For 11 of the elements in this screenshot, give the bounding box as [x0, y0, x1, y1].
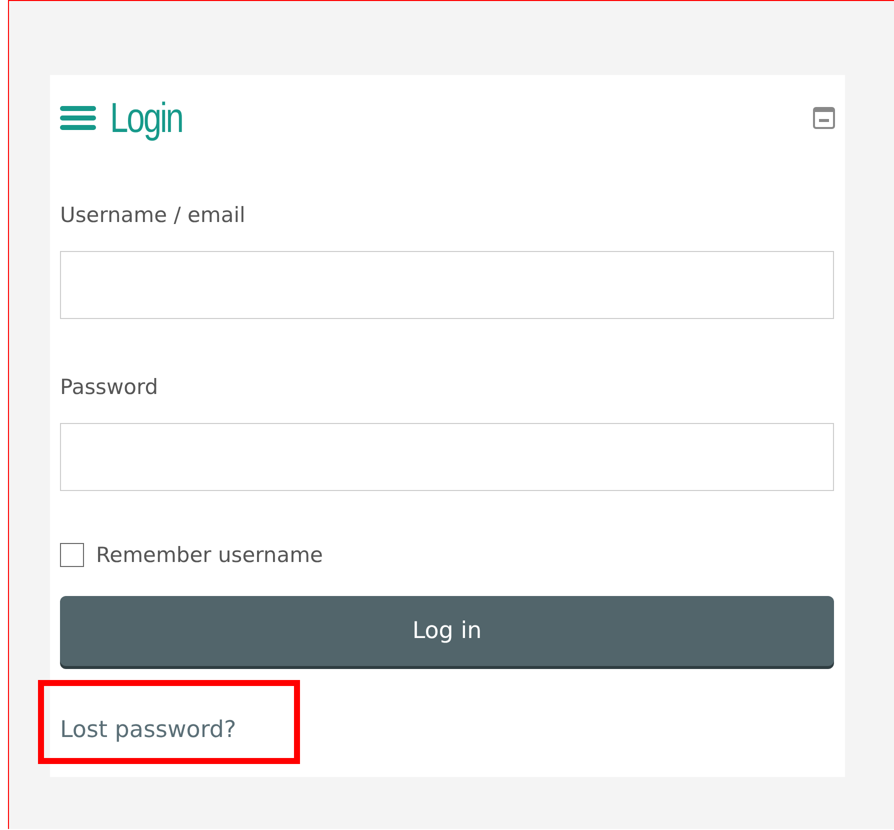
checkbox[interactable] [60, 543, 84, 567]
collapse-icon[interactable] [813, 107, 835, 129]
lost-password-link[interactable]: Lost password? [60, 717, 236, 743]
menu-icon[interactable] [60, 104, 96, 132]
input-field[interactable] [60, 423, 834, 491]
field-label: Password [60, 374, 160, 401]
checkbox-label: Remember username [96, 543, 323, 567]
block-title: Login [110, 94, 182, 142]
field-label: Username / email [60, 202, 246, 229]
input-field[interactable] [60, 251, 834, 319]
login-button[interactable]: Log in [60, 596, 834, 666]
